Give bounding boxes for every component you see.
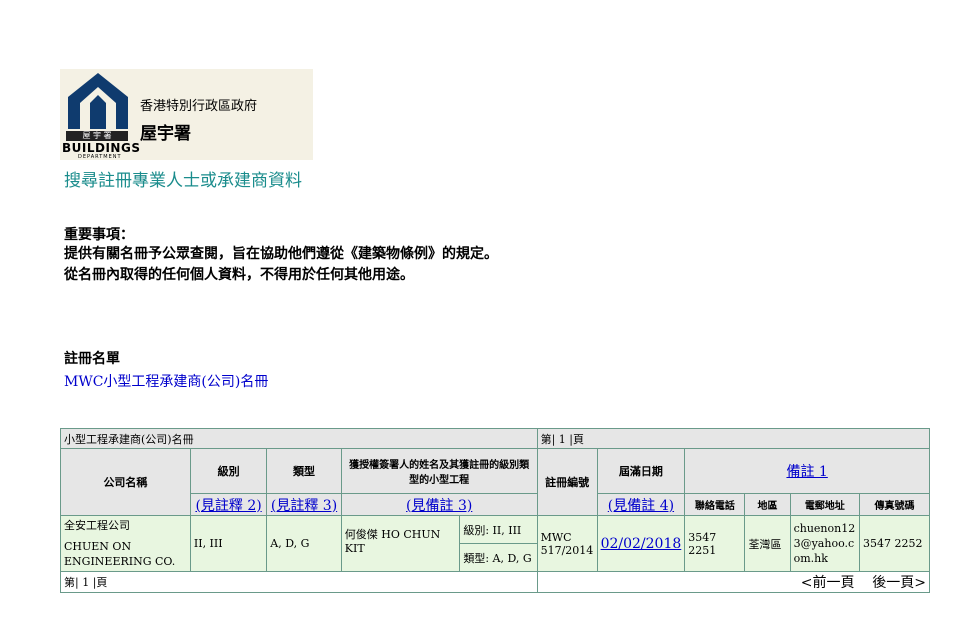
- next-page-link[interactable]: 後一頁>: [872, 575, 926, 591]
- table-footer-bar: 第| 1 |頁 <前一頁 後一頁>: [60, 571, 931, 593]
- header-fax: 傳真號碼: [859, 493, 930, 516]
- table-title: 小型工程承建商(公司)名冊: [60, 428, 538, 449]
- header-email: 電郵地址: [789, 493, 861, 516]
- table-subheader-row: (見註釋 2) (見註釋 3) (見備註 3) (見備註 4) 聯絡電話 地區 …: [61, 493, 930, 516]
- logo-english-text: BUILDINGS: [62, 141, 141, 155]
- type-note-link[interactable]: (見註釋 3): [271, 498, 337, 514]
- header-class: 級別: [189, 448, 268, 494]
- class-note-cell: (見註釋 2): [189, 493, 268, 516]
- header-company: 公司名稱: [60, 448, 191, 516]
- district-cell: 荃灣區: [744, 515, 791, 572]
- phone-cell: 3547 2251: [684, 515, 746, 572]
- expiry-date-link[interactable]: 02/02/2018: [601, 536, 682, 552]
- expiry-note-link[interactable]: (見備註 4): [608, 498, 674, 514]
- page-indicator-top: 第| 1 |頁: [536, 428, 931, 449]
- signatory-name-cell: 何俊傑 HO CHUN KIT: [340, 515, 461, 572]
- table-header-row: 公司名稱 級別 類型 獲授權簽署人的姓名及其獲註冊的級別類型的小型工程 註冊編號…: [60, 448, 930, 516]
- expiry-note-cell: (見備註 4): [596, 493, 686, 516]
- page-indicator-bottom: 第| 1 |頁: [60, 571, 538, 593]
- prev-page-link[interactable]: <前一頁: [801, 575, 855, 591]
- company-name-zh: 全安工程公司: [64, 519, 130, 532]
- fax-cell: 3547 2252: [859, 515, 930, 572]
- header-expiry-date: 屆滿日期: [596, 448, 686, 494]
- header-authorized-signatory: 獲授權簽署人的姓名及其獲註冊的級別類型的小型工程: [340, 448, 538, 494]
- pager-cell: <前一頁 後一頁>: [536, 571, 931, 593]
- header-district: 地區: [744, 493, 791, 516]
- logo-department-text: 屋宇署: [140, 124, 191, 144]
- logo-government-text: 香港特別行政區政府: [140, 99, 258, 114]
- notice-line-2: 從名冊內取得的任何個人資料，不得用於任何其他用途。: [64, 267, 414, 283]
- signatory-class-cell: 級別: II, III: [459, 515, 538, 544]
- remark-1-link[interactable]: 備註 1: [786, 464, 827, 480]
- table-row: 全安工程公司 CHUEN ON ENGINEERING CO. II, III …: [60, 515, 930, 572]
- page-title: 搜尋註冊專業人士或承建商資料: [64, 171, 302, 191]
- authorized-note-cell: (見備註 3): [340, 493, 538, 516]
- notice-line-1: 提供有關名冊予公眾查閱，旨在協助他們遵從《建築物條例》的規定。: [64, 246, 498, 262]
- class-note-link[interactable]: (見註釋 2): [195, 498, 261, 514]
- authorized-note-link[interactable]: (見備註 3): [406, 498, 472, 514]
- house-logo-icon: [68, 73, 128, 129]
- register-link[interactable]: MWC小型工程承建商(公司)名冊: [64, 371, 268, 391]
- notice-heading: 重要事項：: [64, 227, 134, 243]
- company-name-cell: 全安工程公司 CHUEN ON ENGINEERING CO.: [60, 515, 191, 572]
- table-title-bar: 小型工程承建商(公司)名冊 第| 1 |頁: [60, 428, 931, 449]
- header-phone: 聯絡電話: [684, 493, 746, 516]
- class-cell: II, III: [189, 515, 268, 572]
- registration-number-cell: MWC 517/2014: [536, 515, 598, 572]
- header-registration-number: 註冊編號: [536, 448, 598, 516]
- contractor-table: 小型工程承建商(公司)名冊 第| 1 |頁 公司名稱 級別 類型 獲授權簽署人的…: [60, 428, 931, 593]
- expiry-date-cell: 02/02/2018: [596, 515, 686, 572]
- type-cell: A, D, G: [266, 515, 342, 572]
- logo-english-subtext: DEPARTMENT: [78, 154, 122, 160]
- register-heading: 註冊名單: [64, 351, 120, 367]
- signatory-type-cell: 類型: A, D, G: [459, 543, 538, 572]
- type-note-cell: (見註釋 3): [266, 493, 342, 516]
- header-type: 類型: [266, 448, 342, 494]
- company-name-en: CHUEN ON ENGINEERING CO.: [64, 540, 176, 568]
- logo-chinese-caption: 屋 宇 署: [66, 131, 128, 141]
- buildings-department-logo: 屋 宇 署 BUILDINGS DEPARTMENT 香港特別行政區政府 屋宇署: [60, 69, 313, 160]
- email-cell: chuenon123@yahoo.com.hk: [789, 515, 861, 572]
- header-remark-1: 備註 1: [684, 448, 930, 494]
